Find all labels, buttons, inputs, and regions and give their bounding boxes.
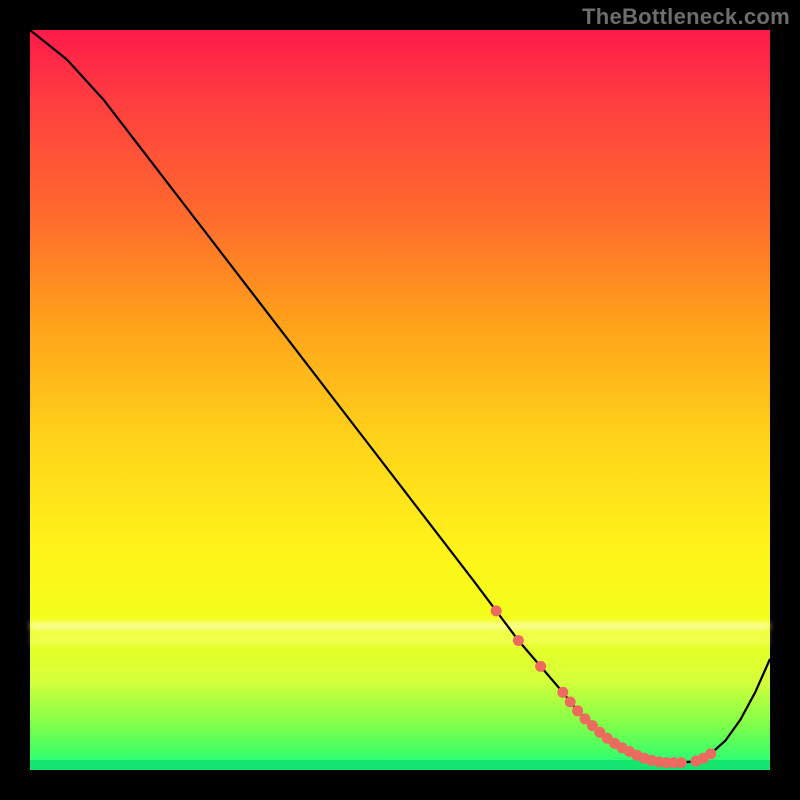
fit-dot — [491, 605, 502, 616]
chart-svg — [30, 30, 770, 770]
fit-dot — [565, 696, 576, 707]
fit-dot — [557, 687, 568, 698]
fit-dot — [535, 661, 546, 672]
watermark-text: TheBottleneck.com — [582, 4, 790, 30]
chart-stage: TheBottleneck.com — [0, 0, 800, 800]
fit-dot — [572, 705, 583, 716]
fit-dot — [513, 635, 524, 646]
fit-dot — [676, 757, 687, 768]
fit-region-dots — [491, 605, 717, 768]
chart-plot-area — [30, 30, 770, 770]
bottleneck-curve — [30, 30, 770, 763]
fit-dot — [705, 748, 716, 759]
